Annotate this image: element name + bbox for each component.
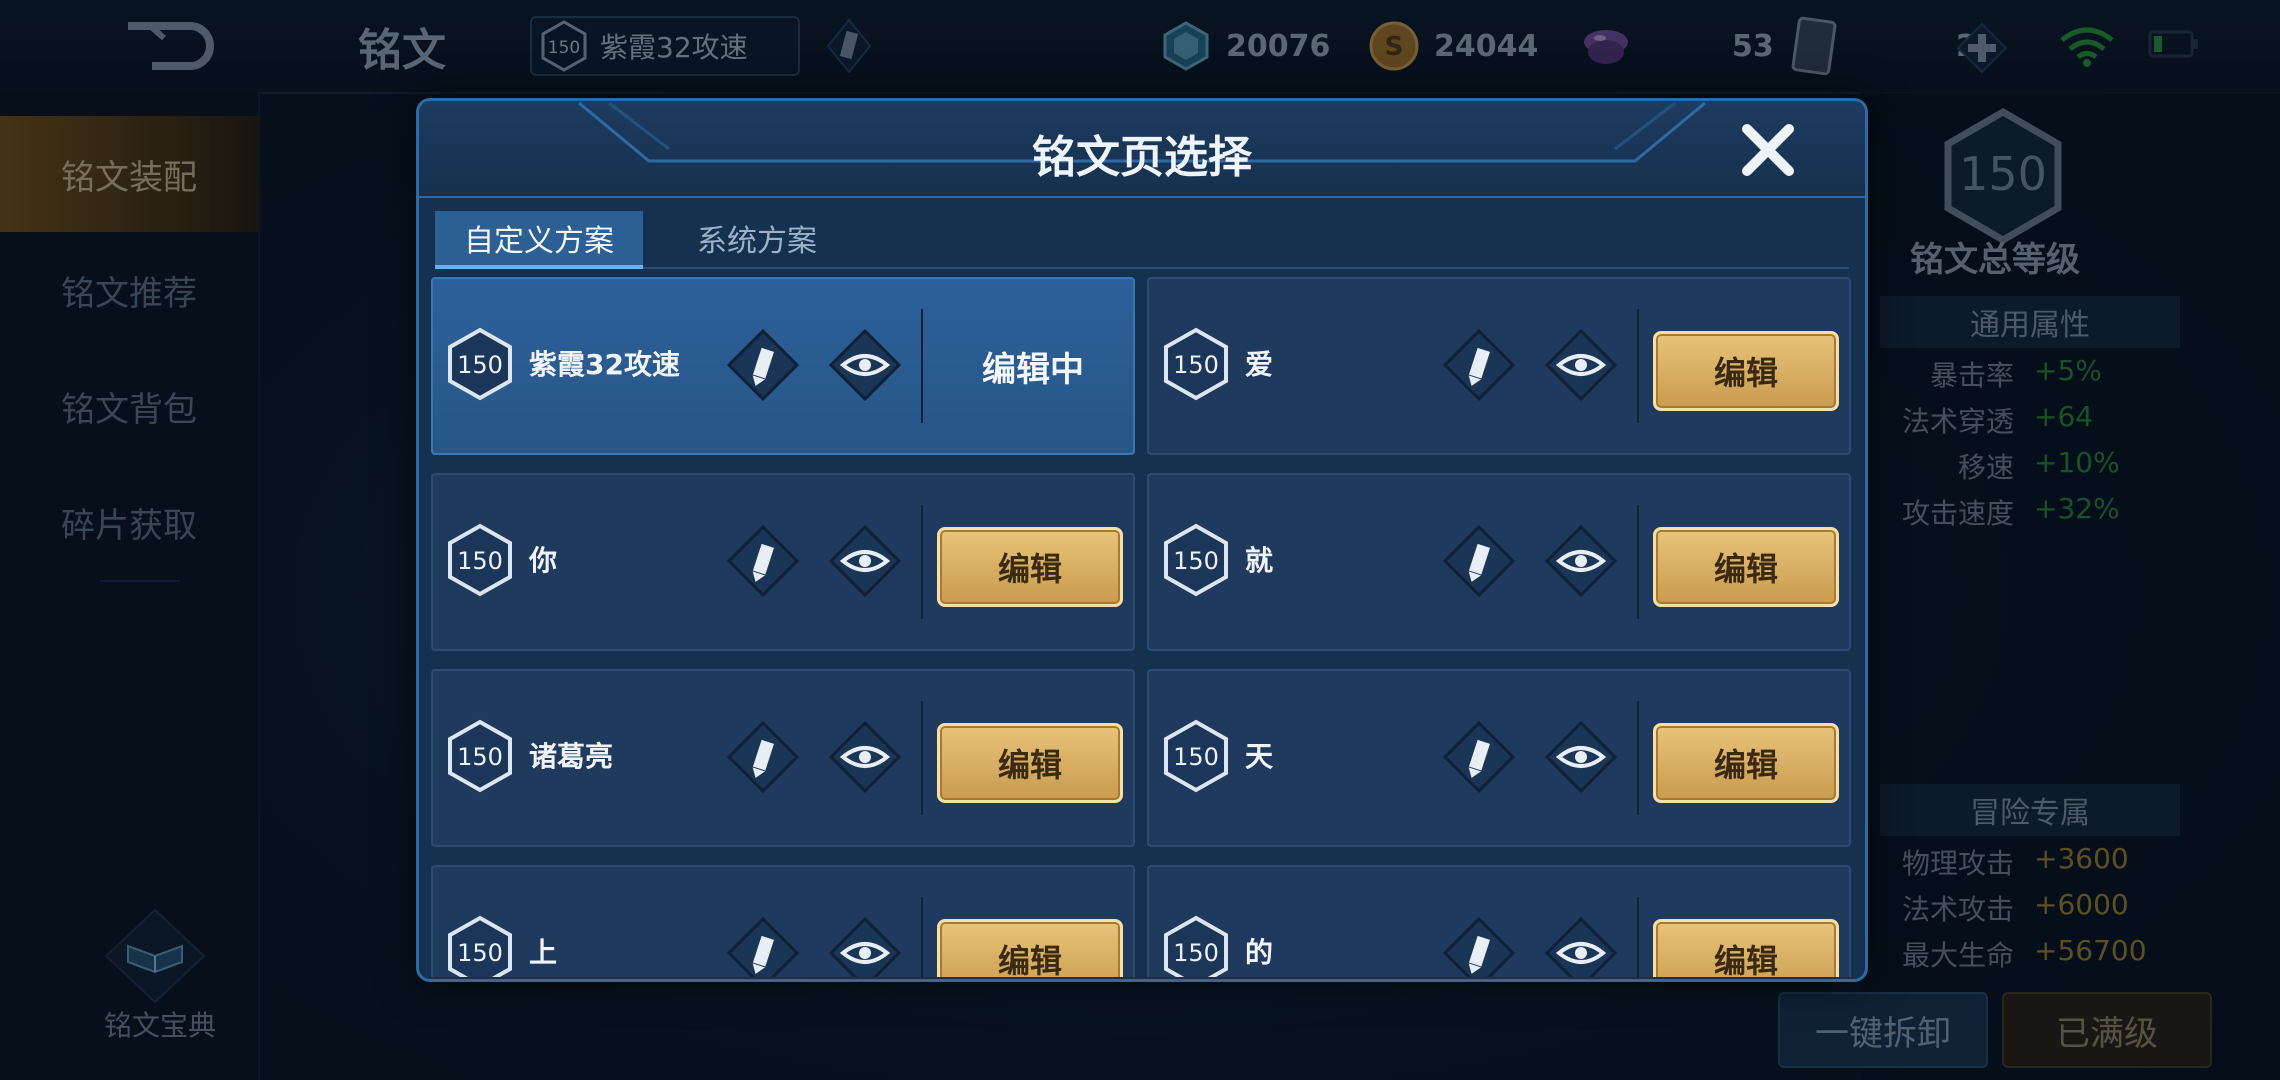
page-level: 150	[1173, 743, 1219, 771]
card-divider	[1637, 309, 1639, 423]
inscription-page-card[interactable]: 150 的 编辑	[1147, 865, 1851, 977]
eye-icon[interactable]	[829, 917, 901, 977]
editing-status: 编辑中	[982, 349, 1084, 390]
card-divider	[921, 505, 923, 619]
level-hex-icon: 150	[1164, 915, 1228, 977]
page-name: 天	[1245, 740, 1274, 773]
eye-icon[interactable]	[829, 525, 901, 597]
card-divider	[1637, 505, 1639, 619]
inscription-page-card[interactable]: 150 诸葛亮 编辑	[431, 669, 1135, 847]
edit-button[interactable]: 编辑	[937, 919, 1123, 977]
page-level: 150	[457, 351, 503, 379]
inscription-page-card[interactable]: 150 爱 编辑	[1147, 277, 1851, 455]
card-divider	[921, 309, 923, 423]
page-level: 150	[457, 547, 503, 575]
close-button[interactable]	[1737, 119, 1799, 181]
inscription-page-card[interactable]: 150 你 编辑	[431, 473, 1135, 651]
inscription-page-card[interactable]: 150 就 编辑	[1147, 473, 1851, 651]
tab-system-plans[interactable]: 系统方案	[657, 211, 857, 265]
dialog-tabs: 自定义方案 系统方案	[435, 211, 1849, 269]
pencil-icon[interactable]	[1443, 329, 1515, 401]
page-name: 诸葛亮	[529, 740, 614, 773]
level-hex-icon: 150	[1164, 719, 1228, 793]
level-hex-icon: 150	[1164, 327, 1228, 401]
edit-button[interactable]: 编辑	[937, 723, 1123, 803]
edit-button[interactable]: 编辑	[1653, 723, 1839, 803]
edit-button[interactable]: 编辑	[1653, 331, 1839, 411]
page-select-dialog: 铭文页选择 自定义方案 系统方案 150 紫霞32攻速 编辑中 150 爱 编辑…	[416, 98, 1868, 982]
eye-icon[interactable]	[829, 721, 901, 793]
page-level: 150	[457, 743, 503, 771]
level-hex-icon: 150	[448, 719, 512, 793]
page-name: 上	[529, 936, 558, 969]
eye-icon[interactable]	[1545, 329, 1617, 401]
page-level: 150	[1173, 939, 1219, 967]
card-divider	[921, 701, 923, 815]
pencil-icon[interactable]	[1443, 721, 1515, 793]
eye-icon[interactable]	[1545, 525, 1617, 597]
inscription-page-list: 150 紫霞32攻速 编辑中 150 爱 编辑 150 你 编辑 150 就 编…	[431, 277, 1853, 977]
close-icon	[1742, 124, 1794, 176]
page-name: 爱	[1245, 348, 1274, 381]
card-divider	[1637, 701, 1639, 815]
pencil-icon[interactable]	[727, 329, 799, 401]
inscription-page-card[interactable]: 150 紫霞32攻速 编辑中	[431, 277, 1135, 455]
level-hex-icon: 150	[448, 523, 512, 597]
inscription-page-card[interactable]: 150 上 编辑	[431, 865, 1135, 977]
edit-button[interactable]: 编辑	[1653, 919, 1839, 977]
edit-button[interactable]: 编辑	[937, 527, 1123, 607]
pencil-icon[interactable]	[727, 525, 799, 597]
page-name: 紫霞32攻速	[529, 348, 680, 381]
pencil-icon[interactable]	[1443, 917, 1515, 977]
page-level: 150	[1173, 547, 1219, 575]
level-hex-icon: 150	[1164, 523, 1228, 597]
card-divider	[921, 897, 923, 977]
edit-button[interactable]: 编辑	[1653, 527, 1839, 607]
page-name: 就	[1245, 544, 1274, 577]
level-hex-icon: 150	[448, 915, 512, 977]
inscription-page-card[interactable]: 150 天 编辑	[1147, 669, 1851, 847]
page-level: 150	[1173, 351, 1219, 379]
pencil-icon[interactable]	[727, 721, 799, 793]
card-divider	[1637, 897, 1639, 977]
tab-custom-plans[interactable]: 自定义方案	[435, 211, 643, 269]
eye-icon[interactable]	[1545, 721, 1617, 793]
dialog-title: 铭文页选择	[1032, 132, 1252, 183]
eye-icon[interactable]	[829, 329, 901, 401]
pencil-icon[interactable]	[1443, 525, 1515, 597]
pencil-icon[interactable]	[727, 917, 799, 977]
eye-icon[interactable]	[1545, 917, 1617, 977]
page-name: 你	[529, 544, 558, 577]
level-hex-icon: 150	[448, 327, 512, 401]
page-level: 150	[457, 939, 503, 967]
page-name: 的	[1245, 936, 1274, 969]
